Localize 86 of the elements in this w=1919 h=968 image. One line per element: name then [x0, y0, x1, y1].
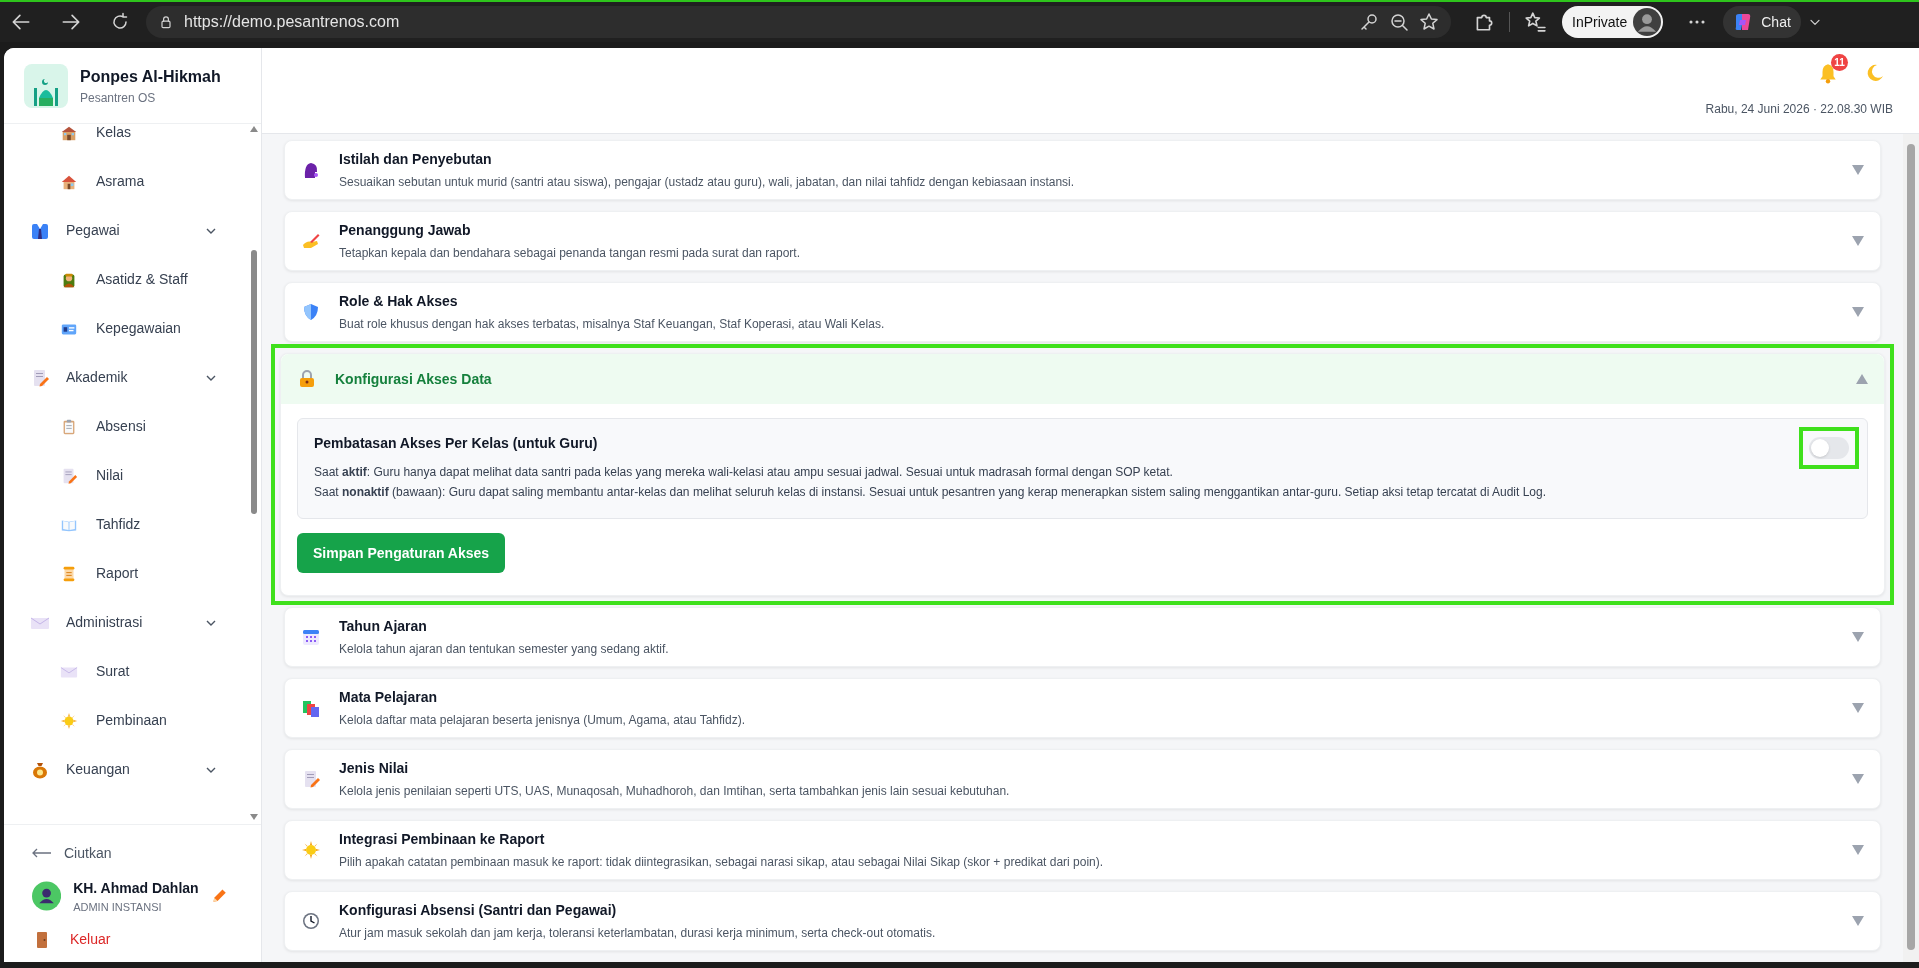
section-header[interactable]: Integrasi Pembinaan ke Raport Pilih apakah catatan pembinaan masuk ke raport: tidak diintegrasikan, sebagai narasi sikap, atau sebagai Nilai Sikap (skor + predikat dari poin).: [285, 821, 1880, 879]
nav-group[interactable]: Keuangan: [4, 745, 247, 794]
avatar-icon: [1633, 8, 1662, 36]
user-name: KH. Ahmad Dahlan: [73, 878, 199, 898]
section-header[interactable]: Konfigurasi Akses Data: [281, 354, 1884, 404]
section-header[interactable]: Istilah dan Penyebutan Sesuaikan sebutan untuk murid (santri atau siswa), pengajar (ustadz atau guru), wali, jabatan, dan nilai tahfidz dengan kebiasaan instansi.: [285, 141, 1880, 199]
section-title: Konfigurasi Absensi (Santri dan Pegawai): [339, 901, 618, 920]
nav-item[interactable]: Kelas: [4, 108, 247, 157]
nav-item[interactable]: Raport: [4, 549, 247, 598]
notification-badge: 11: [1831, 54, 1848, 71]
logout-button[interactable]: Keluar: [24, 929, 241, 950]
mosque-icon: [31, 77, 61, 106]
section-description: Atur jam masuk sekolah dan jam kerja, toleransi keterlambatan, durasi kerja minimum, serta check-out otomatis.: [339, 925, 937, 942]
profile-button[interactable]: InPrivate: [1562, 6, 1664, 38]
expand-triangle-icon: [1852, 236, 1864, 246]
collapse-button[interactable]: Ciutkan: [24, 842, 241, 864]
app-name: Ponpes Al-Hikmah: [80, 66, 221, 87]
collapse-triangle-icon: [1856, 374, 1868, 384]
arrow-left-icon: [32, 848, 52, 858]
address-bar[interactable]: https://demo.pesantrenos.com: [146, 6, 1451, 38]
section-description: Kelola jenis penilaian seperti UTS, UAS, Munaqosah, Muhadhoroh, dan Imtihan, serta tambahkan jenis lain sesuai kebutuhan.: [339, 783, 1011, 800]
nav-group[interactable]: Akademik: [4, 353, 247, 402]
section-header[interactable]: Penanggung Jawab Tetapkan kepala dan bendahara sebagai penanda tangan resmi pada surat dan raport.: [285, 212, 1880, 270]
clock-icon: [301, 911, 321, 931]
shield-icon: [301, 302, 321, 322]
key-icon[interactable]: [1359, 12, 1379, 32]
books-icon: [301, 698, 321, 718]
section-description: Buat role khusus dengan hak akses terbatas, misalnya Staf Keuangan, Staf Koperasi, atau Wali Kelas.: [339, 316, 886, 333]
section-title: Jenis Nilai: [339, 759, 410, 778]
scrollbar[interactable]: [1903, 134, 1919, 962]
padlock-icon: [297, 369, 317, 389]
nav-item[interactable]: Surat: [4, 647, 247, 696]
section-title: Integrasi Pembinaan ke Raport: [339, 830, 546, 849]
app-subtitle: Pesantren OS: [80, 89, 157, 107]
expand-triangle-icon: [1852, 916, 1864, 926]
writing-hand-icon: [301, 231, 321, 251]
setting-title: Pembatasan Akses Per Kelas (untuk Guru): [314, 434, 599, 453]
scroll-up-icon[interactable]: [250, 126, 258, 132]
expand-triangle-icon: [1852, 632, 1864, 642]
scroll-down-icon[interactable]: [250, 813, 258, 820]
url-text: https://demo.pesantrenos.com: [184, 12, 400, 32]
section-header[interactable]: Mata Pelajaran Kelola daftar mata pelajaran beserta jenisnya (Umum, Agama, atau Tahfidz).: [285, 679, 1880, 737]
section-title: Istilah dan Penyebutan: [339, 150, 493, 169]
calendar-icon: [301, 627, 321, 647]
avatar-icon: [32, 880, 62, 913]
section-header[interactable]: Konfigurasi Absensi (Santri dan Pegawai) Atur jam masuk sekolah dan jam kerja, toleransi keterlambatan, durasi kerja minimum, serta check-out otomatis.: [285, 892, 1880, 950]
section-header[interactable]: Role & Hak Akses Buat role khusus dengan hak akses terbatas, misalnya Staf Keuangan, Staf Koperasi, atau Wali Kelas.: [285, 283, 1880, 341]
expand-triangle-icon: [1852, 845, 1864, 855]
nav-item[interactable]: Kepegawaian: [4, 304, 247, 353]
expand-triangle-icon: [1852, 165, 1864, 175]
reload-icon[interactable]: [110, 12, 130, 32]
zoom-out-icon[interactable]: [1389, 12, 1409, 32]
nav-group[interactable]: Pegawai: [4, 206, 247, 255]
toggle-switch[interactable]: [1809, 437, 1849, 459]
moon-icon: [1865, 63, 1885, 83]
nav-item[interactable]: Pembinaan: [4, 696, 247, 745]
section-description: Tetapkan kepala dan bendahara sebagai penanda tangan resmi pada surat dan raport.: [339, 245, 801, 262]
section-header[interactable]: Jenis Nilai Kelola jenis penilaian seperti UTS, UAS, Munaqosah, Muhadhoroh, dan Imtihan, serta tambahkan jenis lain sesuai kebutuhan.: [285, 750, 1880, 808]
nav-item[interactable]: Asatidz & Staff: [4, 255, 247, 304]
setting-description: Saat aktif: Guru hanya dapat melihat data santri pada kelas yang mereka wali-kelasi atau ampu sesuai jadwal. Sesuai untuk madrasah formal dengan SOP ketat.: [314, 464, 1174, 481]
lock-icon[interactable]: [158, 14, 174, 30]
nav-item[interactable]: Nilai: [4, 451, 247, 500]
star-icon[interactable]: [1419, 12, 1439, 32]
section-description: Kelola daftar mata pelajaran beserta jenisnya (Umum, Agama, atau Tahfidz).: [339, 712, 746, 729]
section-title: Mata Pelajaran: [339, 688, 439, 707]
chat-button[interactable]: Chat: [1723, 6, 1801, 38]
expand-triangle-icon: [1852, 703, 1864, 713]
nav-item[interactable]: Asrama: [4, 157, 247, 206]
section-title: Role & Hak Akses: [339, 292, 459, 311]
expand-triangle-icon: [1852, 774, 1864, 784]
setting-description: Saat nonaktif (bawaan): Guru dapat saling membantu antar-kelas dan melihat seluruh kelas di instansi. Sesuai untuk pesantren yang kerap menerapkan sistem saling menggantikan antar-guru. Setiap aksi tetap tercatat di Audit Log.: [314, 484, 1548, 501]
expand-triangle-icon: [1852, 307, 1864, 317]
nav-item[interactable]: Absensi: [4, 402, 247, 451]
nav-group[interactable]: Administrasi: [4, 598, 247, 647]
section-description: Sesuaikan sebutan untuk murid (santri atau siswa), pengajar (ustadz atau guru), wali, jabatan, dan nilai tahfidz dengan kebiasaan instansi.: [339, 174, 1076, 191]
section-description: Kelola tahun ajaran dan tentukan semester yang sedang aktif.: [339, 641, 670, 658]
section-title: Konfigurasi Akses Data: [335, 369, 493, 389]
section-title: Penanggung Jawab: [339, 221, 472, 240]
date-time: Rabu, 24 Juni 2026 · 22.08.30 WIB: [1705, 101, 1893, 118]
section-title: Tahun Ajaran: [339, 617, 428, 636]
user-role: ADMIN INSTANSI: [73, 899, 163, 915]
section-description: Pilih apakah catatan pembinaan masuk ke raport: tidak diintegrasikan, sebagai narasi sikap, atau sebagai Nilai Sikap (skor + predikat dari poin).: [339, 854, 1105, 871]
section-header[interactable]: Tahun Ajaran Kelola tahun ajaran dan tentukan semester yang sedang aktif.: [285, 608, 1880, 666]
nav-item[interactable]: Tahfidz: [4, 500, 247, 549]
favorites-icon[interactable]: [1524, 11, 1546, 33]
sun-icon: [301, 840, 321, 860]
